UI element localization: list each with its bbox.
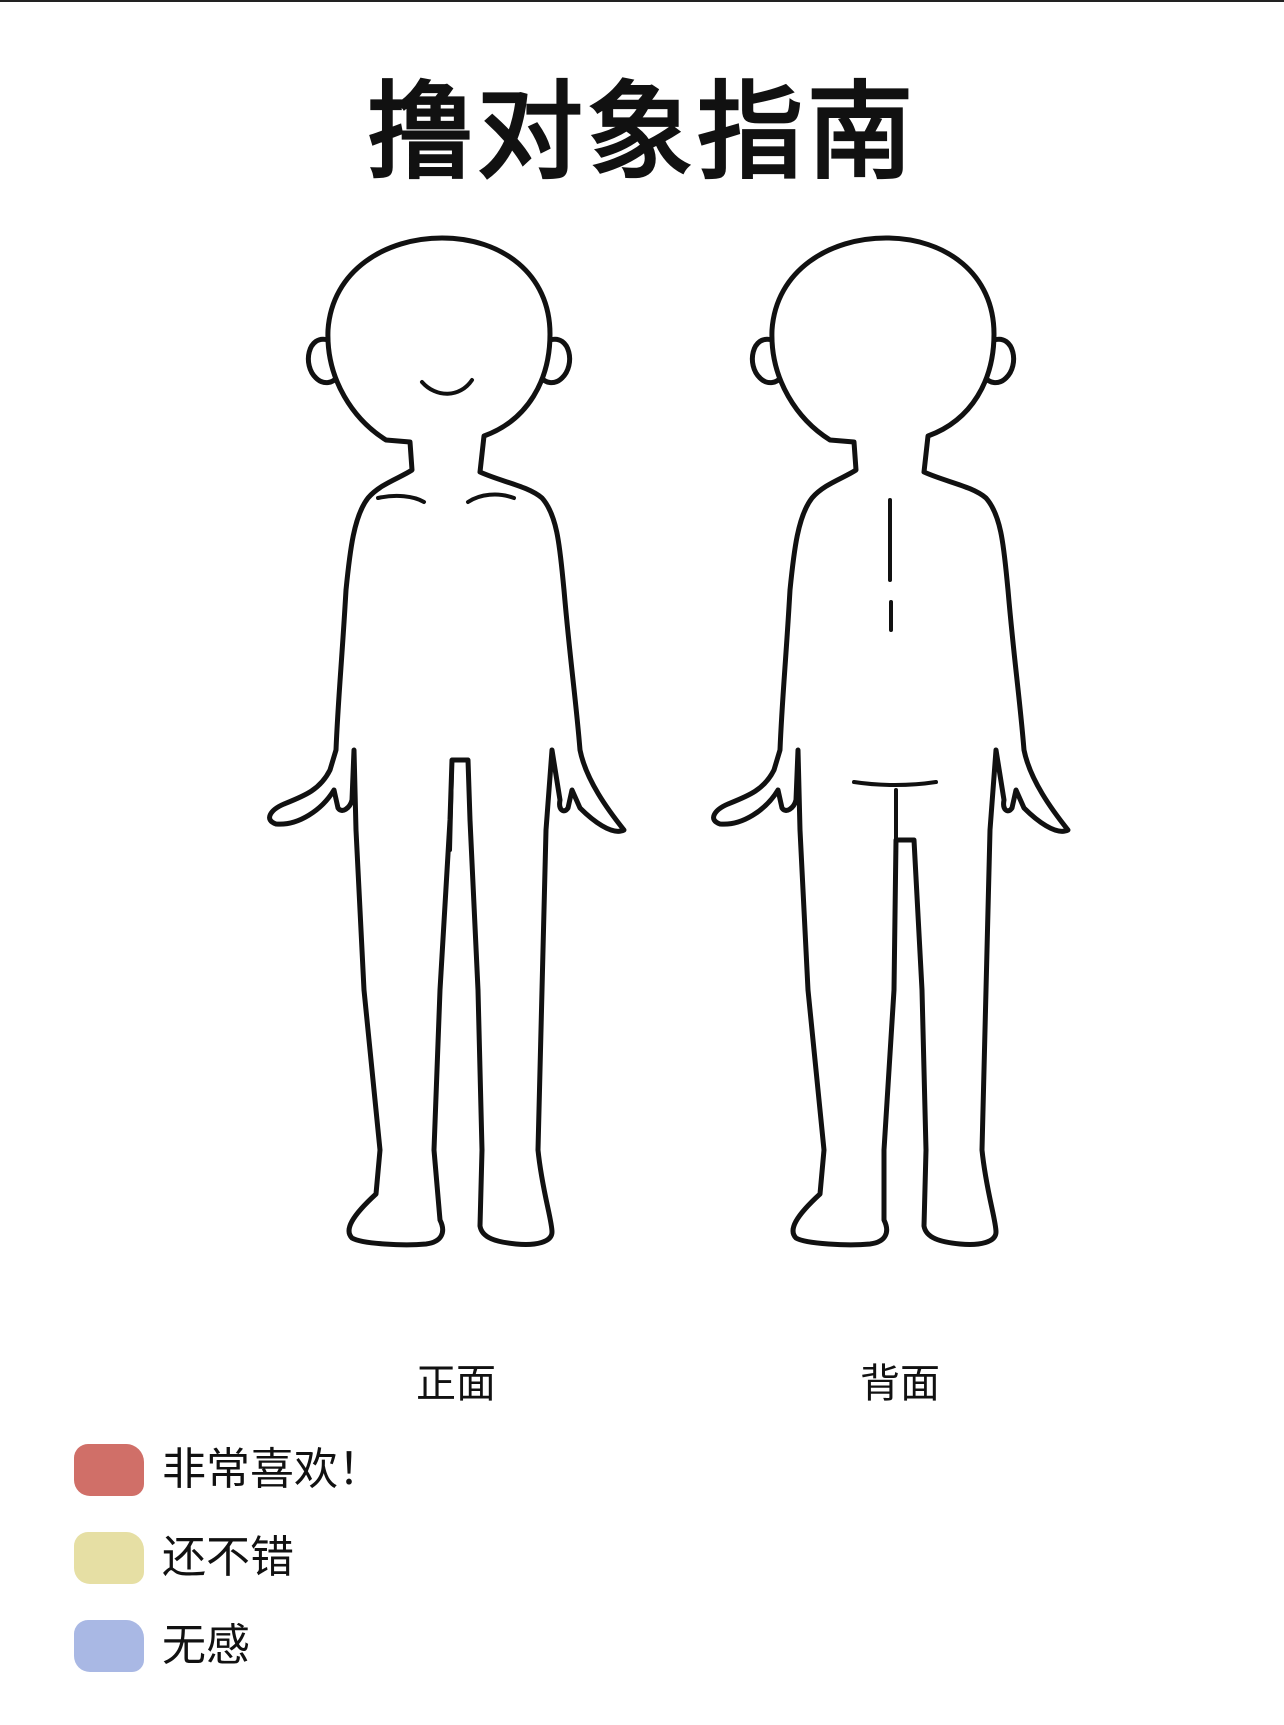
back-view-label: 背面	[860, 1361, 940, 1407]
legend-item-neutral: 无感	[74, 1616, 674, 1676]
front-view-label: 正面	[416, 1361, 496, 1407]
legend-swatch-red[interactable]	[74, 1444, 144, 1496]
body-silhouette	[267, 235, 627, 1248]
body-outline-front[interactable]	[246, 230, 666, 1360]
legend-label-love: 非常喜欢！	[162, 1444, 382, 1495]
legend-item-love: 非常喜欢！	[74, 1440, 674, 1500]
front-figure-svg	[267, 235, 627, 1248]
legend-swatch-blue[interactable]	[74, 1620, 144, 1672]
legend-label-neutral: 无感	[162, 1620, 250, 1671]
page-title: 撸对象指南	[367, 71, 917, 194]
back-figure-svg	[711, 235, 1071, 1248]
top-border-line	[0, 0, 1284, 2]
legend-swatch-yellow[interactable]	[74, 1532, 144, 1584]
legend-label-ok: 还不错	[162, 1532, 294, 1583]
inner-leg-line	[448, 768, 454, 852]
legend-item-ok: 还不错	[74, 1528, 674, 1588]
body-silhouette	[711, 235, 1071, 1248]
color-legend: 非常喜欢！ 还不错 无感	[74, 1440, 674, 1704]
body-outline-back[interactable]	[690, 230, 1110, 1360]
